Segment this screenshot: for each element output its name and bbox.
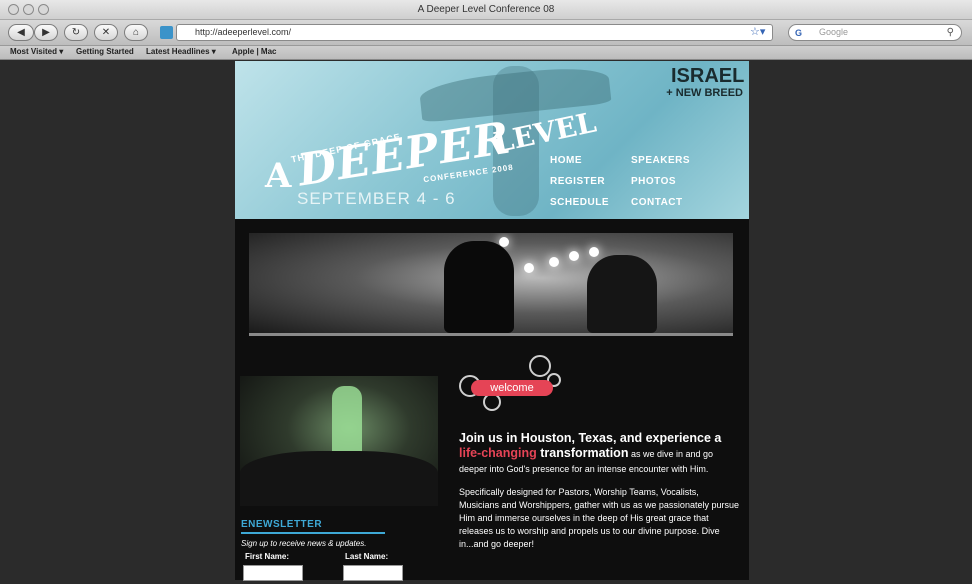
conference-dates: SEPTEMBER 4 - 6 xyxy=(297,189,456,208)
stop-button[interactable]: ✕ xyxy=(94,24,118,41)
address-bar[interactable]: http://adeeperlevel.com/ xyxy=(176,24,773,41)
newsletter-divider xyxy=(241,532,385,534)
lead-text: Join us in Houston, Texas, and experienc… xyxy=(459,431,722,445)
last-name-label: Last Name: xyxy=(345,552,389,561)
welcome-ornament: welcome xyxy=(457,349,572,424)
reload-icon: ↻ xyxy=(71,27,81,38)
bookmark-most-visited[interactable]: Most Visited ▾ xyxy=(10,47,63,56)
intro-text: Join us in Houston, Texas, and experienc… xyxy=(459,431,739,551)
back-button[interactable]: ◀ xyxy=(8,24,34,41)
nav-contact[interactable]: CONTACT xyxy=(631,197,683,208)
web-page: THE DEEP OF GRACE A DEEPER LEVEL CONFERE… xyxy=(235,61,749,581)
newsletter-subtitle: Sign up to receive news & updates. xyxy=(241,539,367,548)
first-name-field[interactable] xyxy=(243,565,303,581)
stage-photo-banner xyxy=(249,233,733,333)
nav-register[interactable]: REGISTER xyxy=(550,176,605,187)
last-name-field[interactable] xyxy=(343,565,403,581)
bookmark-latest-headlines[interactable]: Latest Headlines ▾ xyxy=(146,47,216,56)
nav-photos[interactable]: PHOTOS xyxy=(631,176,676,187)
first-name-label: First Name: xyxy=(245,552,290,561)
search-engine-icon[interactable]: G xyxy=(795,26,802,41)
newsletter-title: ENEWSLETTER xyxy=(241,519,323,530)
lead-bold-end: transformation xyxy=(536,446,629,460)
bookmarks-bar: Most Visited ▾ Getting Started Latest He… xyxy=(0,46,972,60)
bookmark-apple-mac[interactable]: Apple | Mac xyxy=(232,47,276,56)
crowd-silhouette xyxy=(240,451,438,506)
logo-deeper: DEEPER xyxy=(294,112,515,197)
welcome-badge: welcome xyxy=(471,380,553,396)
back-arrow-icon: ◀ xyxy=(17,27,25,38)
stage-light xyxy=(589,247,599,257)
swirl-ornament xyxy=(529,355,551,377)
reload-button[interactable]: ↻ xyxy=(64,24,88,41)
intro-lead: Join us in Houston, Texas, and experienc… xyxy=(459,431,739,476)
stage-light xyxy=(549,257,559,267)
forward-button[interactable]: ▶ xyxy=(34,24,58,41)
intro-body: Specifically designed for Pastors, Worsh… xyxy=(459,487,739,549)
search-input[interactable]: G Google ⚲ xyxy=(788,24,962,41)
home-icon: ⌂ xyxy=(132,27,140,38)
worship-photo xyxy=(240,376,438,506)
bookmark-getting-started[interactable]: Getting Started xyxy=(76,47,134,56)
guitarist-silhouette xyxy=(587,255,657,333)
stage-light xyxy=(524,263,534,273)
home-button[interactable]: ⌂ xyxy=(124,24,148,41)
partner-israel: ISRAEL xyxy=(671,65,745,87)
search-placeholder: Google xyxy=(819,27,849,37)
partner-new-breed: + NEW BREED xyxy=(666,87,743,99)
search-icon[interactable]: ⚲ xyxy=(947,25,954,40)
nav-schedule[interactable]: SCHEDULE xyxy=(550,197,609,208)
window-title: A Deeper Level Conference 08 xyxy=(417,4,555,15)
forward-arrow-icon: ▶ xyxy=(42,27,50,38)
window-titlebar: A Deeper Level Conference 08 xyxy=(0,0,972,20)
site-header: THE DEEP OF GRACE A DEEPER LEVEL CONFERE… xyxy=(235,61,749,219)
nav-speakers[interactable]: SPEAKERS xyxy=(631,155,690,166)
browser-toolbar: ◀ ▶ ↻ ✕ ⌂ http://adeeperlevel.com/ ☆▾ G … xyxy=(0,20,972,46)
singer-silhouette xyxy=(444,241,514,333)
newsletter-signup: ENEWSLETTER Sign up to receive news & up… xyxy=(241,519,421,581)
stage-light xyxy=(569,251,579,261)
banner-divider xyxy=(249,333,733,336)
logo-a: A xyxy=(265,156,292,196)
site-favicon-icon xyxy=(160,26,173,39)
lead-highlight: life-changing xyxy=(459,446,537,460)
stop-icon: ✕ xyxy=(101,27,111,38)
nav-home[interactable]: HOME xyxy=(550,155,582,166)
bookmark-star-icon[interactable]: ☆▾ xyxy=(750,25,765,38)
